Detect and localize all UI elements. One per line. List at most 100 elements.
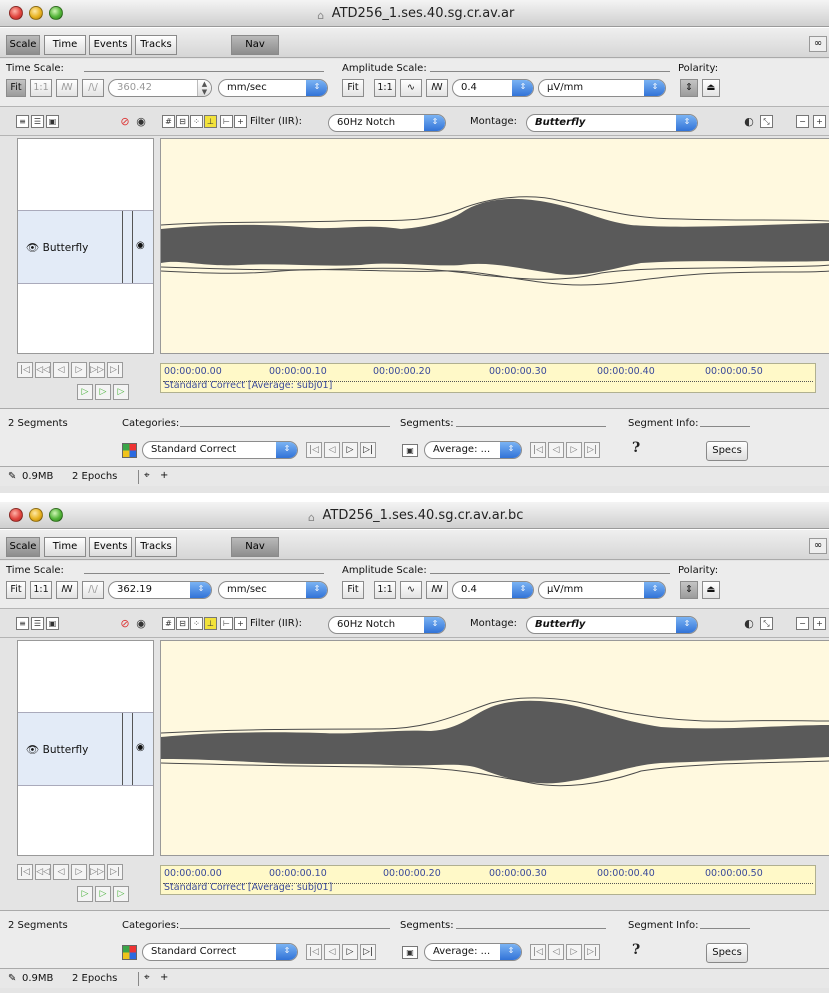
time-one-to-one-button[interactable]: 1:1 <box>30 581 52 599</box>
stop-icon[interactable]: ⊘ <box>118 115 132 129</box>
tab-time[interactable]: Time <box>44 35 86 55</box>
last-icon[interactable]: ▷| <box>107 864 123 880</box>
tab-scale[interactable]: Scale <box>6 35 40 55</box>
category-select[interactable]: Standard Correct ⇕ <box>142 943 298 961</box>
play-fast-icon[interactable]: ▷ <box>95 384 111 400</box>
expand-icon[interactable]: + <box>813 617 826 630</box>
help-icon[interactable]: ? <box>632 942 640 958</box>
track-row-butterfly[interactable]: 👁 Butterfly ◉ <box>18 210 153 284</box>
segment-prev-icon[interactable]: ◁ <box>548 944 564 960</box>
first-icon[interactable]: |◁ <box>17 864 33 880</box>
amp-one-to-one-button[interactable]: 1:1 <box>374 79 396 97</box>
timeline-ruler[interactable]: 00:00:00.00 00:00:00.10 00:00:00.20 00:0… <box>160 363 816 393</box>
prev-page-icon[interactable]: ◁◁ <box>35 362 51 378</box>
prev-page-icon[interactable]: ◁◁ <box>35 864 51 880</box>
grid-view-icon[interactable]: ▣ <box>46 115 59 128</box>
play-fast-icon[interactable]: ▷ <box>95 886 111 902</box>
filter-select[interactable]: 60Hz Notch ⇕ <box>328 616 446 634</box>
time-one-to-one-button[interactable]: 1:1 <box>30 79 52 97</box>
segment-prev-icon[interactable]: ◁ <box>548 442 564 458</box>
help-icon[interactable]: ? <box>632 440 640 456</box>
scale-bar-icon[interactable]: ⊢ <box>220 617 233 630</box>
stop-icon[interactable]: ⊘ <box>118 617 132 631</box>
eye-icon[interactable]: ◉ <box>134 617 148 631</box>
tab-tracks[interactable]: Tracks <box>135 35 177 55</box>
category-last-icon[interactable]: ▷| <box>360 944 376 960</box>
first-icon[interactable]: |◁ <box>17 362 33 378</box>
filter-select[interactable]: 60Hz Notch ⇕ <box>328 114 446 132</box>
collapse-icon[interactable]: − <box>796 115 809 128</box>
specs-button[interactable]: Specs <box>706 441 748 461</box>
polarity-down-icon[interactable]: ⇕ <box>680 79 698 97</box>
smooth-wave-icon[interactable]: ∿ <box>400 79 422 97</box>
marker-icon[interactable]: ⊥ <box>204 617 217 630</box>
crosshair-icon[interactable]: + <box>234 617 247 630</box>
grid-icon[interactable]: # <box>162 617 175 630</box>
contrast-icon[interactable]: ◐ <box>742 617 756 631</box>
category-last-icon[interactable]: ▷| <box>360 442 376 458</box>
stepper-icon[interactable]: ▲ ▼ <box>197 80 211 96</box>
tab-events[interactable]: Events <box>89 537 132 557</box>
amp-fit-button[interactable]: Fit <box>342 79 364 97</box>
visibility-icon[interactable]: ◉ <box>136 240 145 251</box>
visibility-icon[interactable]: ◉ <box>136 742 145 753</box>
crosshair-tool-icon[interactable]: + <box>160 972 168 983</box>
crosshair-tool-icon[interactable]: + <box>160 470 168 481</box>
amplitude-value-select[interactable]: 0.4 ⇕ <box>452 79 534 97</box>
dense-wave-icon[interactable]: ꟿ <box>426 79 448 97</box>
cursor-tool-icon[interactable]: ⌖ <box>144 972 150 983</box>
category-next-icon[interactable]: ▷ <box>342 442 358 458</box>
prev-icon[interactable]: ◁ <box>53 362 69 378</box>
segment-select[interactable]: Average: ... ⇕ <box>424 943 522 961</box>
play-icon[interactable]: ▷ <box>77 886 93 902</box>
eye-icon[interactable]: ◉ <box>134 115 148 129</box>
next-icon[interactable]: ▷ <box>71 362 87 378</box>
segment-first-icon[interactable]: |◁ <box>530 442 546 458</box>
tab-nav[interactable]: Nav <box>231 537 279 557</box>
play-icon[interactable]: ▷ <box>77 384 93 400</box>
collapse-icon[interactable]: − <box>796 617 809 630</box>
tab-time[interactable]: Time <box>44 537 86 557</box>
segment-next-icon[interactable]: ▷ <box>566 442 582 458</box>
prev-icon[interactable]: ◁ <box>53 864 69 880</box>
box-icon[interactable]: ⊟ <box>176 115 189 128</box>
play-loop-icon[interactable]: ▷ <box>113 886 129 902</box>
marker-icon[interactable]: ⊥ <box>204 115 217 128</box>
category-prev-icon[interactable]: ◁ <box>324 442 340 458</box>
detail-view-icon[interactable]: ☰ <box>31 617 44 630</box>
segment-select[interactable]: Average: ... ⇕ <box>424 441 522 459</box>
montage-select[interactable]: Butterfly ⇕ <box>526 114 698 132</box>
resize-icon[interactable]: ⤡ <box>760 617 773 630</box>
tab-tracks[interactable]: Tracks <box>135 537 177 557</box>
expand-waves-icon[interactable]: /\/ <box>82 581 104 599</box>
grid-view-icon[interactable]: ▣ <box>46 617 59 630</box>
box-icon[interactable]: ⊟ <box>176 617 189 630</box>
expand-icon[interactable]: + <box>813 115 826 128</box>
specs-button[interactable]: Specs <box>706 943 748 963</box>
detail-view-icon[interactable]: ☰ <box>31 115 44 128</box>
amplitude-unit-select[interactable]: µV/mm ⇕ <box>538 581 666 599</box>
title-bar[interactable]: ⌂ ATD256_1.ses.40.sg.cr.av.ar.bc <box>0 502 829 529</box>
last-icon[interactable]: ▷| <box>107 362 123 378</box>
timeline-ruler[interactable]: 00:00:00.00 00:00:00.10 00:00:00.20 00:0… <box>160 865 816 895</box>
crosshair-icon[interactable]: + <box>234 115 247 128</box>
montage-select[interactable]: Butterfly ⇕ <box>526 616 698 634</box>
smooth-wave-icon[interactable]: ∿ <box>400 581 422 599</box>
amplitude-unit-select[interactable]: µV/mm ⇕ <box>538 79 666 97</box>
time-scale-field[interactable]: 362.19 ⇕ <box>108 581 212 599</box>
time-fit-button[interactable]: Fit <box>6 79 26 97</box>
tab-events[interactable]: Events <box>89 35 132 55</box>
next-icon[interactable]: ▷ <box>71 864 87 880</box>
list-view-icon[interactable]: ≡ <box>16 115 29 128</box>
resize-icon[interactable]: ⤡ <box>760 115 773 128</box>
next-page-icon[interactable]: ▷▷ <box>89 362 105 378</box>
time-unit-select[interactable]: mm/sec ⇕ <box>218 79 328 97</box>
time-scale-field[interactable]: 360.42 ▲ ▼ <box>108 79 212 97</box>
tab-scale[interactable]: Scale <box>6 537 40 557</box>
compress-waves-icon[interactable]: ꟿ <box>56 79 78 97</box>
waveform-plot[interactable] <box>160 138 829 354</box>
dots-icon[interactable]: ⁘ <box>190 617 203 630</box>
segment-next-icon[interactable]: ▷ <box>566 944 582 960</box>
expand-waves-icon[interactable]: /\/ <box>82 79 104 97</box>
compress-waves-icon[interactable]: ꟿ <box>56 581 78 599</box>
